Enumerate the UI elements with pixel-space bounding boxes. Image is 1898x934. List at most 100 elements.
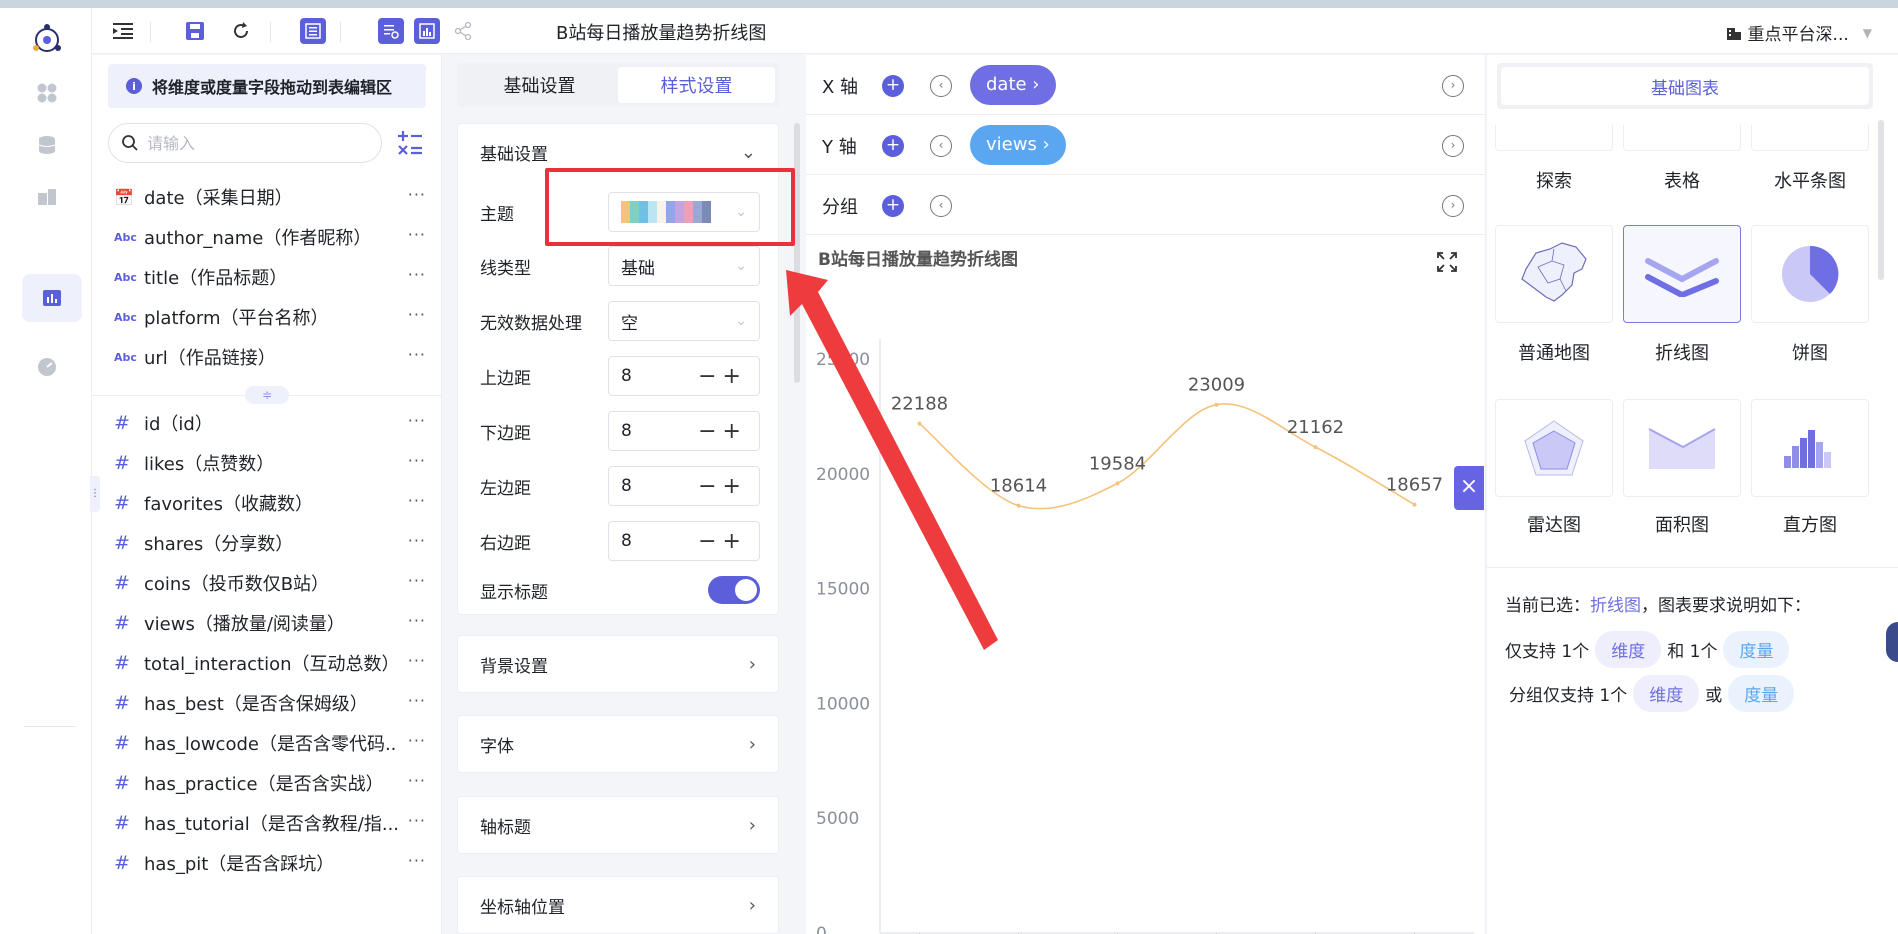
apps-icon[interactable] — [34, 80, 60, 106]
dimension-field[interactable]: Abc platform（平台名称） ··· — [114, 297, 428, 337]
chevron-left-icon[interactable]: ‹ — [930, 75, 952, 97]
fullscreen-icon[interactable] — [1436, 251, 1458, 273]
measure-field[interactable]: # has_pit（是否含踩坑） ··· — [114, 843, 428, 883]
more-options-icon[interactable]: ··· — [408, 531, 426, 550]
add-icon[interactable]: + — [882, 195, 904, 217]
measure-field[interactable]: # coins（投币数仅B站） ··· — [114, 563, 428, 603]
chevron-left-icon[interactable]: ‹ — [930, 135, 952, 157]
right-margin-stepper[interactable]: 8 −+ — [608, 521, 760, 561]
tab-basic-settings[interactable]: 基础设置 — [461, 67, 618, 103]
more-options-icon[interactable]: ··· — [408, 851, 426, 870]
dimension-field[interactable]: Abc title（作品标题） ··· — [114, 257, 428, 297]
top-margin-stepper[interactable]: 8 −+ — [608, 356, 760, 396]
measure-field[interactable]: # total_interaction（互动总数） ··· — [114, 643, 428, 683]
more-options-icon[interactable]: ··· — [408, 611, 426, 630]
more-options-icon[interactable]: ··· — [408, 411, 426, 430]
close-icon[interactable]: × — [1454, 466, 1484, 510]
dataset-icon[interactable] — [34, 184, 60, 210]
show-title-toggle[interactable] — [708, 576, 760, 604]
chart-settings-icon[interactable] — [378, 18, 404, 44]
chart-type-hbar[interactable] — [1751, 125, 1869, 151]
data-point — [1115, 481, 1120, 486]
resize-handle-icon[interactable]: ≑ — [245, 386, 289, 404]
dimension-field[interactable]: Abc url（作品链接） ··· — [114, 337, 428, 377]
indent-icon[interactable] — [110, 18, 136, 44]
measure-field[interactable]: # shares（分享数） ··· — [114, 523, 428, 563]
chart-icon[interactable] — [414, 18, 440, 44]
measure-field[interactable]: # has_tutorial（是否含教程/指... ··· — [114, 803, 428, 843]
more-options-icon[interactable]: ··· — [408, 185, 426, 204]
chevron-left-icon[interactable]: ‹ — [930, 195, 952, 217]
logo-icon[interactable] — [30, 22, 64, 56]
more-options-icon[interactable]: ··· — [408, 225, 426, 244]
measure-field[interactable]: # has_lowcode（是否含零代码... ··· — [114, 723, 428, 763]
stepper-buttons[interactable]: −+ — [698, 364, 747, 389]
measure-field[interactable]: # has_practice（是否含实战） ··· — [114, 763, 428, 803]
chart-type-area[interactable] — [1623, 399, 1741, 497]
more-options-icon[interactable]: ··· — [408, 771, 426, 790]
stepper-buttons[interactable]: −+ — [698, 474, 747, 499]
chart-type-map[interactable] — [1495, 225, 1613, 323]
more-options-icon[interactable]: ··· — [408, 811, 426, 830]
more-options-icon[interactable]: ··· — [408, 571, 426, 590]
chart-type-explore[interactable] — [1495, 125, 1613, 151]
share-icon[interactable] — [450, 18, 476, 44]
field-label: title（作品标题） — [144, 268, 288, 289]
font-settings-card[interactable]: 字体 › — [457, 715, 779, 773]
more-options-icon[interactable]: ··· — [408, 305, 426, 324]
add-icon[interactable]: + — [882, 135, 904, 157]
dimension-field-date[interactable]: 📅 date（采集日期） ··· — [114, 177, 428, 217]
stepper-buttons[interactable]: −+ — [698, 529, 747, 554]
more-options-icon[interactable]: ··· — [408, 691, 426, 710]
panel-collapse-handle[interactable]: ⋮ — [90, 476, 100, 512]
project-selector[interactable]: 重点平台深... ▼ — [1726, 20, 1872, 45]
search-input[interactable] — [147, 133, 347, 153]
data-view-icon[interactable] — [300, 18, 326, 44]
refresh-icon[interactable] — [228, 18, 254, 44]
monitor-icon[interactable] — [34, 354, 60, 380]
measure-field[interactable]: # id（id） ··· — [114, 403, 428, 443]
stepper-buttons[interactable]: −+ — [698, 419, 747, 444]
tab-style-settings[interactable]: 样式设置 — [618, 67, 775, 103]
database-icon[interactable] — [34, 132, 60, 158]
tab-basic-charts[interactable]: 基础图表 — [1501, 67, 1869, 105]
chevron-right-icon[interactable]: › — [1442, 135, 1464, 157]
measure-field[interactable]: # favorites（收藏数） ··· — [114, 483, 428, 523]
bottom-margin-stepper[interactable]: 8 −+ — [608, 411, 760, 451]
line-type-select[interactable]: 基础 ⌄ — [608, 246, 760, 286]
axis-title-card[interactable]: 轴标题 › — [457, 796, 779, 854]
right-margin-value[interactable]: 8 — [621, 531, 632, 551]
bottom-margin-value[interactable]: 8 — [621, 421, 632, 441]
chevron-right-icon[interactable]: › — [1442, 75, 1464, 97]
more-options-icon[interactable]: ··· — [408, 651, 426, 670]
floating-assistant-button[interactable] — [1886, 622, 1898, 662]
more-options-icon[interactable]: ··· — [408, 265, 426, 284]
left-margin-stepper[interactable]: 8 −+ — [608, 466, 760, 506]
x-axis-field-pill[interactable]: date › — [970, 65, 1056, 105]
save-icon[interactable] — [182, 18, 208, 44]
more-options-icon[interactable]: ··· — [408, 451, 426, 470]
more-options-icon[interactable]: ··· — [408, 491, 426, 510]
measure-field[interactable]: # views（播放量/阅读量） ··· — [114, 603, 428, 643]
chart-type-radar[interactable] — [1495, 399, 1613, 497]
chart-type-histogram[interactable] — [1751, 399, 1869, 497]
chart-type-pie[interactable] — [1751, 225, 1869, 323]
left-margin-value[interactable]: 8 — [621, 476, 632, 496]
calculated-field-icon[interactable] — [396, 129, 424, 157]
more-options-icon[interactable]: ··· — [408, 345, 426, 364]
chart-type-scrollbar[interactable] — [1878, 120, 1884, 280]
top-margin-value[interactable]: 8 — [621, 366, 632, 386]
add-icon[interactable]: + — [882, 75, 904, 97]
chevron-right-icon[interactable]: › — [1442, 195, 1464, 217]
background-settings-card[interactable]: 背景设置 › — [457, 635, 779, 693]
measure-field[interactable]: # likes（点赞数） ··· — [114, 443, 428, 483]
invalid-data-select[interactable]: 空 ⌄ — [608, 301, 760, 341]
measure-field[interactable]: # has_best（是否含保姆级） ··· — [114, 683, 428, 723]
chart-type-table[interactable] — [1623, 125, 1741, 151]
more-options-icon[interactable]: ··· — [408, 731, 426, 750]
chart-type-line[interactable] — [1623, 225, 1741, 323]
y-axis-field-pill[interactable]: views › — [970, 125, 1066, 165]
dimension-field[interactable]: Abc author_name（作者昵称） ··· — [114, 217, 428, 257]
axis-position-card[interactable]: 坐标轴位置 › — [457, 876, 779, 934]
dashboard-icon[interactable] — [22, 274, 82, 322]
